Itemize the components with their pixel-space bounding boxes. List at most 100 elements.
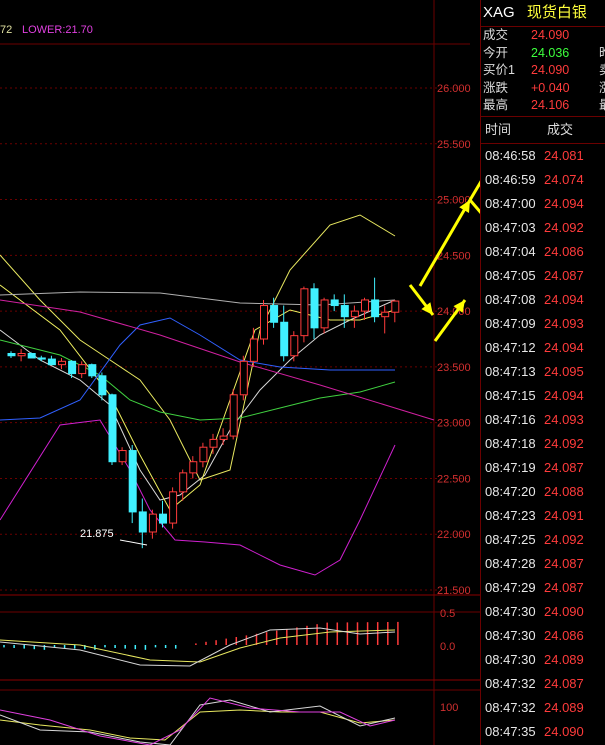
quote-label: 成交 (483, 28, 509, 42)
tick-price: 24.087 (544, 579, 584, 595)
tick-row[interactable]: 08:47:32 24.089 (481, 696, 605, 720)
price-axis-label: 24.500 (437, 250, 471, 262)
quote-summary: 成交 24.090 今开 24.036 昨买价1 24.090 卖涨跌 +0.0… (481, 27, 605, 117)
tick-row[interactable]: 08:47:03 24.092 (481, 216, 605, 240)
quote-value: 24.036 (531, 45, 570, 60)
candle[interactable] (27, 352, 36, 359)
candle-body (239, 360, 248, 396)
candle-body (138, 511, 147, 533)
low-price-annotation: 21.875 (80, 528, 114, 540)
tick-row[interactable]: 08:47:20 24.088 (481, 480, 605, 504)
tick-time: 08:47:09 (485, 315, 536, 331)
candle-body (330, 299, 339, 307)
price-axis-label: 23.500 (437, 362, 471, 374)
tick-row[interactable]: 08:47:04 24.086 (481, 240, 605, 264)
candle[interactable] (128, 444, 137, 524)
tick-row[interactable]: 08:47:25 24.092 (481, 528, 605, 552)
tick-list[interactable]: 08:46:58 24.081 08:46:59 24.074 08:47:00 2… (481, 144, 605, 744)
tick-row[interactable]: 08:47:12 24.094 (481, 336, 605, 360)
tick-time: 08:47:19 (485, 459, 536, 475)
tick-time: 08:47:18 (485, 435, 536, 451)
candle-body (209, 438, 218, 448)
tick-row[interactable]: 08:47:09 24.093 (481, 312, 605, 336)
candle-body (159, 513, 167, 524)
tick-time: 08:47:23 (485, 507, 536, 523)
tick-time: 08:47:03 (485, 219, 536, 235)
tick-row[interactable]: 08:47:35 24.090 (481, 720, 605, 744)
tick-row[interactable]: 08:47:05 24.087 (481, 264, 605, 288)
tick-time: 08:47:25 (485, 531, 536, 547)
price-axis-label: 23.000 (437, 418, 471, 430)
tick-time: 08:47:13 (485, 363, 536, 379)
tick-row[interactable]: 08:47:19 24.087 (481, 456, 605, 480)
tick-row[interactable]: 08:47:13 24.095 (481, 360, 605, 384)
tick-row[interactable]: 08:47:16 24.093 (481, 408, 605, 432)
symbol-header: XAG 现货白银 (481, 0, 605, 27)
quote-row: 买价1 24.090 卖 (481, 62, 605, 80)
kline-chart[interactable]: 72 LOWER:21.70 26.00025.50025.00024.5002… (0, 0, 480, 745)
tick-row[interactable]: 08:46:58 24.081 (481, 144, 605, 168)
quote-side-label: 卖 (599, 62, 605, 80)
tick-price: 24.087 (544, 675, 584, 691)
tick-row[interactable]: 08:47:32 24.087 (481, 672, 605, 696)
tick-row[interactable]: 08:47:18 24.092 (481, 432, 605, 456)
candle-body (229, 394, 238, 437)
candle[interactable] (300, 286, 309, 343)
tick-price: 24.087 (544, 267, 584, 283)
tick-row[interactable]: 08:47:28 24.087 (481, 552, 605, 576)
tick-price: 24.095 (544, 363, 584, 379)
tick-row[interactable]: 08:47:30 24.086 (481, 624, 605, 648)
candle[interactable] (229, 389, 238, 440)
tick-price: 24.094 (544, 339, 584, 355)
candle-body (128, 450, 137, 513)
candle[interactable] (320, 297, 329, 334)
lower-axis-label: 100 (440, 702, 458, 714)
tick-time: 08:47:16 (485, 411, 536, 427)
tick-time: 08:47:15 (485, 387, 536, 403)
tick-row[interactable]: 08:47:29 24.087 (481, 576, 605, 600)
candle-body (361, 299, 369, 312)
candle[interactable] (88, 363, 97, 379)
candle[interactable] (108, 393, 117, 466)
tick-row[interactable]: 08:47:00 24.094 (481, 192, 605, 216)
tick-price: 24.090 (544, 723, 584, 739)
candle-body (350, 310, 359, 318)
macd-axis-label: 0.0 (440, 641, 455, 653)
tick-price: 24.074 (544, 171, 584, 187)
candle-body (219, 435, 228, 440)
tick-row[interactable]: 08:47:30 24.090 (481, 600, 605, 624)
tick-row[interactable]: 08:47:08 24.094 (481, 288, 605, 312)
candle-body (391, 300, 400, 313)
quote-label: 买价1 (483, 63, 515, 77)
candle[interactable] (239, 355, 248, 401)
quote-label: 涨跌 (483, 80, 509, 95)
candle[interactable] (169, 487, 178, 529)
symbol-code: XAG (483, 4, 515, 21)
candle-body (88, 364, 97, 377)
tick-row[interactable]: 08:47:30 24.089 (481, 648, 605, 672)
tick-time: 08:47:35 (485, 723, 536, 739)
tick-time: 08:46:59 (485, 171, 536, 187)
candle-body (290, 335, 299, 357)
quote-value: 24.090 (531, 63, 570, 77)
candle-body (340, 305, 349, 318)
candle-body (98, 375, 107, 396)
tick-price: 24.094 (544, 291, 584, 307)
tick-price: 24.092 (544, 435, 584, 451)
quote-row: 成交 24.090 (481, 27, 605, 45)
tick-row[interactable]: 08:46:59 24.074 (481, 168, 605, 192)
candle-body (189, 461, 198, 474)
tick-row[interactable]: 08:47:15 24.094 (481, 384, 605, 408)
quote-value: 24.106 (531, 98, 570, 112)
candle[interactable] (260, 299, 268, 345)
price-axis-label: 25.500 (437, 139, 471, 151)
tick-price: 24.093 (544, 315, 584, 331)
candle-body (249, 338, 258, 362)
tick-row[interactable]: 08:47:23 24.091 (481, 504, 605, 528)
quote-side-label: 最 (599, 97, 605, 115)
quote-row: 涨跌 +0.040 涨 (481, 80, 605, 98)
tick-price: 24.088 (544, 483, 584, 499)
tick-time: 08:47:00 (485, 195, 536, 211)
tick-time: 08:47:04 (485, 243, 536, 259)
candle-body (169, 491, 178, 524)
